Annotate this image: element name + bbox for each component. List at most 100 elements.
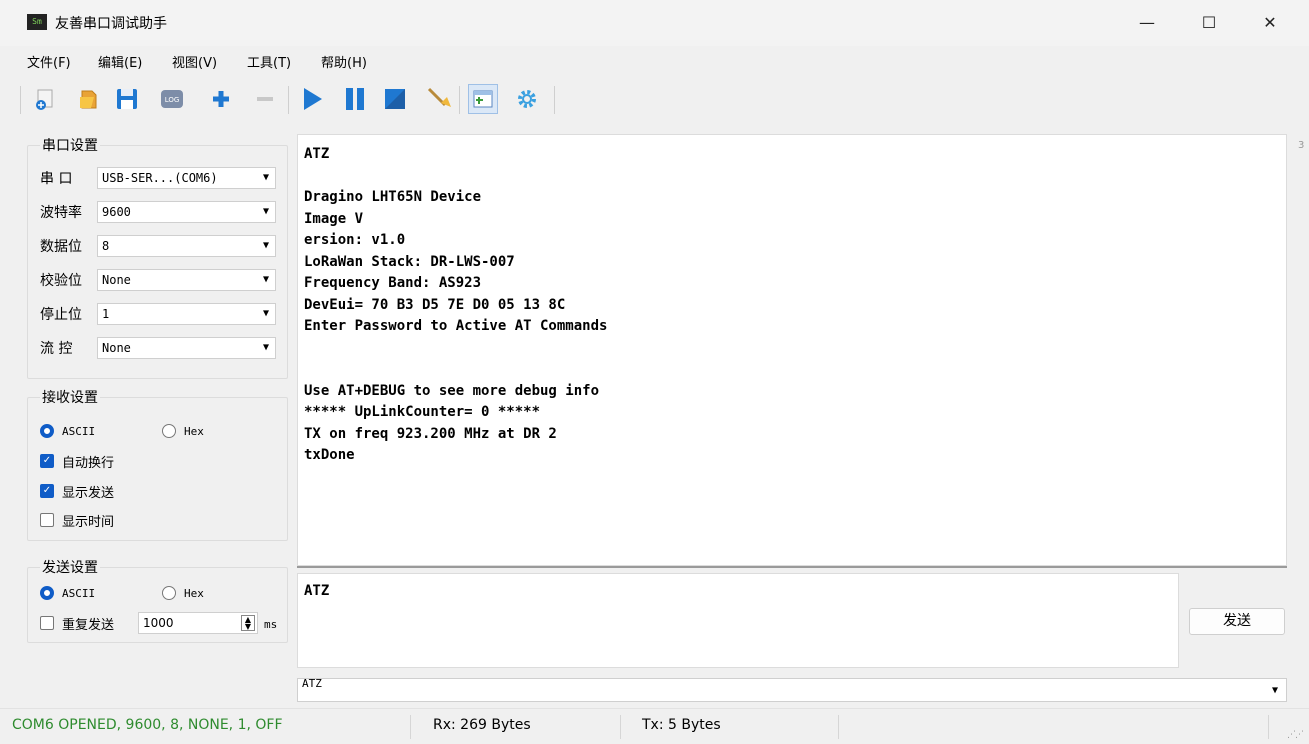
window-title: 友善串口调试助手 bbox=[55, 16, 167, 32]
receive-ascii-radio[interactable] bbox=[40, 424, 54, 438]
data-bits-select[interactable]: 8 ▼ bbox=[97, 235, 276, 257]
minimize-button[interactable]: — bbox=[1124, 8, 1170, 38]
toolbar: LOG bbox=[0, 78, 1309, 122]
menu-view[interactable]: 视图(V) bbox=[172, 52, 217, 71]
status-divider bbox=[838, 715, 839, 739]
rx-count: Rx: 269 Bytes bbox=[433, 717, 531, 733]
data-bits-value: 8 bbox=[102, 239, 110, 253]
menu-bar: 文件(F) 编辑(E) 视图(V) 工具(T) 帮助(H) bbox=[0, 46, 1309, 74]
receive-hex-radio[interactable] bbox=[162, 424, 176, 438]
menu-edit[interactable]: 编辑(E) bbox=[98, 52, 142, 71]
send-input-text: ATZ bbox=[304, 583, 330, 599]
parity-label: 校验位 bbox=[40, 273, 82, 289]
receive-settings-group: 接收设置 ASCII Hex ✓ 自动换行 ✓ 显示发送 显示时间 bbox=[27, 387, 288, 541]
baud-select[interactable]: 9600 ▼ bbox=[97, 201, 276, 223]
add-icon[interactable] bbox=[206, 84, 236, 114]
left-panel: 串口设置 串 口 USB-SER...(COM6) ▼ 波特率 9600 ▼ 数… bbox=[0, 125, 295, 705]
splitter[interactable] bbox=[297, 566, 1287, 568]
add-window-icon[interactable] bbox=[468, 84, 498, 114]
chevron-down-icon: ▼ bbox=[262, 206, 269, 217]
status-divider bbox=[1268, 715, 1269, 739]
maximize-button[interactable]: ☐ bbox=[1186, 8, 1232, 38]
status-divider bbox=[410, 715, 411, 739]
app-icon: Sm bbox=[27, 14, 47, 30]
repeat-send-label: 重复发送 bbox=[62, 618, 115, 633]
receive-textarea[interactable]: ATZ Dragino LHT65N Device Image V ersion… bbox=[297, 134, 1287, 566]
send-ascii-radio[interactable] bbox=[40, 586, 54, 600]
history-value: ATZ bbox=[302, 678, 322, 690]
show-time-label: 显示时间 bbox=[62, 515, 115, 530]
title-bar: Sm 友善串口调试助手 — ☐ ✕ bbox=[0, 0, 1309, 46]
chevron-down-icon: ▼ bbox=[1271, 685, 1278, 696]
data-bits-label: 数据位 bbox=[40, 239, 82, 255]
interval-value: 1000 bbox=[143, 616, 174, 630]
port-value: USB-SER...(COM6) bbox=[102, 171, 218, 185]
receive-ascii-label: ASCII bbox=[62, 425, 96, 438]
serial-settings-title: 串口设置 bbox=[40, 135, 100, 155]
chevron-down-icon: ▼ bbox=[262, 342, 269, 353]
spin-arrows-icon[interactable]: ▲ ▼ bbox=[241, 615, 255, 631]
flow-control-label: 流 控 bbox=[40, 341, 73, 357]
start-icon[interactable] bbox=[297, 84, 327, 114]
parity-value: None bbox=[102, 273, 131, 287]
stop-bits-select[interactable]: 1 ▼ bbox=[97, 303, 276, 325]
menu-file[interactable]: 文件(F) bbox=[27, 52, 71, 71]
chevron-down-icon: ▼ bbox=[262, 308, 269, 319]
tx-count: Tx: 5 Bytes bbox=[642, 717, 721, 733]
send-hex-label: Hex bbox=[184, 587, 204, 600]
auto-wrap-label: 自动换行 bbox=[62, 456, 115, 471]
save-icon[interactable] bbox=[112, 84, 142, 114]
send-textarea[interactable]: ATZ bbox=[297, 573, 1179, 668]
repeat-send-checkbox[interactable] bbox=[40, 616, 54, 630]
show-sent-checkbox[interactable]: ✓ bbox=[40, 484, 54, 498]
new-session-icon[interactable] bbox=[30, 84, 60, 114]
chevron-down-icon: ▼ bbox=[262, 172, 269, 183]
scroll-edge-mark: 3 bbox=[1298, 140, 1305, 151]
status-divider bbox=[620, 715, 621, 739]
receive-hex-label: Hex bbox=[184, 425, 204, 438]
menu-help[interactable]: 帮助(H) bbox=[321, 52, 367, 71]
toolbar-separator bbox=[459, 86, 460, 114]
send-ascii-label: ASCII bbox=[62, 587, 96, 600]
toolbar-grip bbox=[20, 86, 21, 114]
resize-grip-icon[interactable]: ⋰⋰ bbox=[1287, 730, 1304, 740]
status-bar: COM6 OPENED, 9600, 8, NONE, 1, OFF Rx: 2… bbox=[0, 708, 1309, 744]
parity-select[interactable]: None ▼ bbox=[97, 269, 276, 291]
log-icon-label: LOG bbox=[165, 96, 180, 104]
send-button[interactable]: 发送 bbox=[1189, 608, 1285, 635]
receive-settings-title: 接收设置 bbox=[40, 387, 100, 407]
settings-icon[interactable] bbox=[512, 84, 542, 114]
app-window: Sm 友善串口调试助手 — ☐ ✕ 文件(F) 编辑(E) 视图(V) 工具(T… bbox=[0, 0, 1309, 744]
stop-bits-label: 停止位 bbox=[40, 307, 82, 323]
open-file-icon[interactable] bbox=[74, 84, 104, 114]
interval-unit: ms bbox=[264, 618, 278, 631]
pause-icon[interactable] bbox=[340, 84, 370, 114]
interval-spinbox[interactable]: 1000 ▲ ▼ bbox=[138, 612, 258, 634]
close-button[interactable]: ✕ bbox=[1247, 8, 1293, 38]
history-select[interactable]: ATZ ▼ bbox=[297, 678, 1287, 702]
baud-label: 波特率 bbox=[40, 205, 82, 221]
baud-value: 9600 bbox=[102, 205, 131, 219]
toolbar-separator bbox=[554, 86, 555, 114]
show-sent-label: 显示发送 bbox=[62, 486, 115, 501]
clear-icon[interactable] bbox=[424, 84, 454, 114]
flow-control-select[interactable]: None ▼ bbox=[97, 337, 276, 359]
stop-bits-value: 1 bbox=[102, 307, 110, 321]
menu-tools[interactable]: 工具(T) bbox=[247, 52, 291, 71]
port-status: COM6 OPENED, 9600, 8, NONE, 1, OFF bbox=[12, 717, 283, 733]
log-icon[interactable]: LOG bbox=[157, 84, 187, 114]
auto-wrap-checkbox[interactable]: ✓ bbox=[40, 454, 54, 468]
port-label: 串 口 bbox=[40, 171, 73, 187]
chevron-down-icon: ▼ bbox=[262, 274, 269, 285]
show-time-checkbox[interactable] bbox=[40, 513, 54, 527]
send-hex-radio[interactable] bbox=[162, 586, 176, 600]
chevron-down-icon: ▼ bbox=[262, 240, 269, 251]
remove-icon[interactable] bbox=[250, 84, 280, 114]
receive-text: ATZ Dragino LHT65N Device Image V ersion… bbox=[304, 146, 608, 463]
send-settings-title: 发送设置 bbox=[40, 557, 100, 577]
toolbar-separator bbox=[288, 86, 289, 114]
send-settings-group: 发送设置 ASCII Hex 重复发送 1000 ▲ ▼ ms bbox=[27, 557, 288, 643]
port-select[interactable]: USB-SER...(COM6) ▼ bbox=[97, 167, 276, 189]
flow-control-value: None bbox=[102, 341, 131, 355]
stop-icon[interactable] bbox=[380, 84, 410, 114]
